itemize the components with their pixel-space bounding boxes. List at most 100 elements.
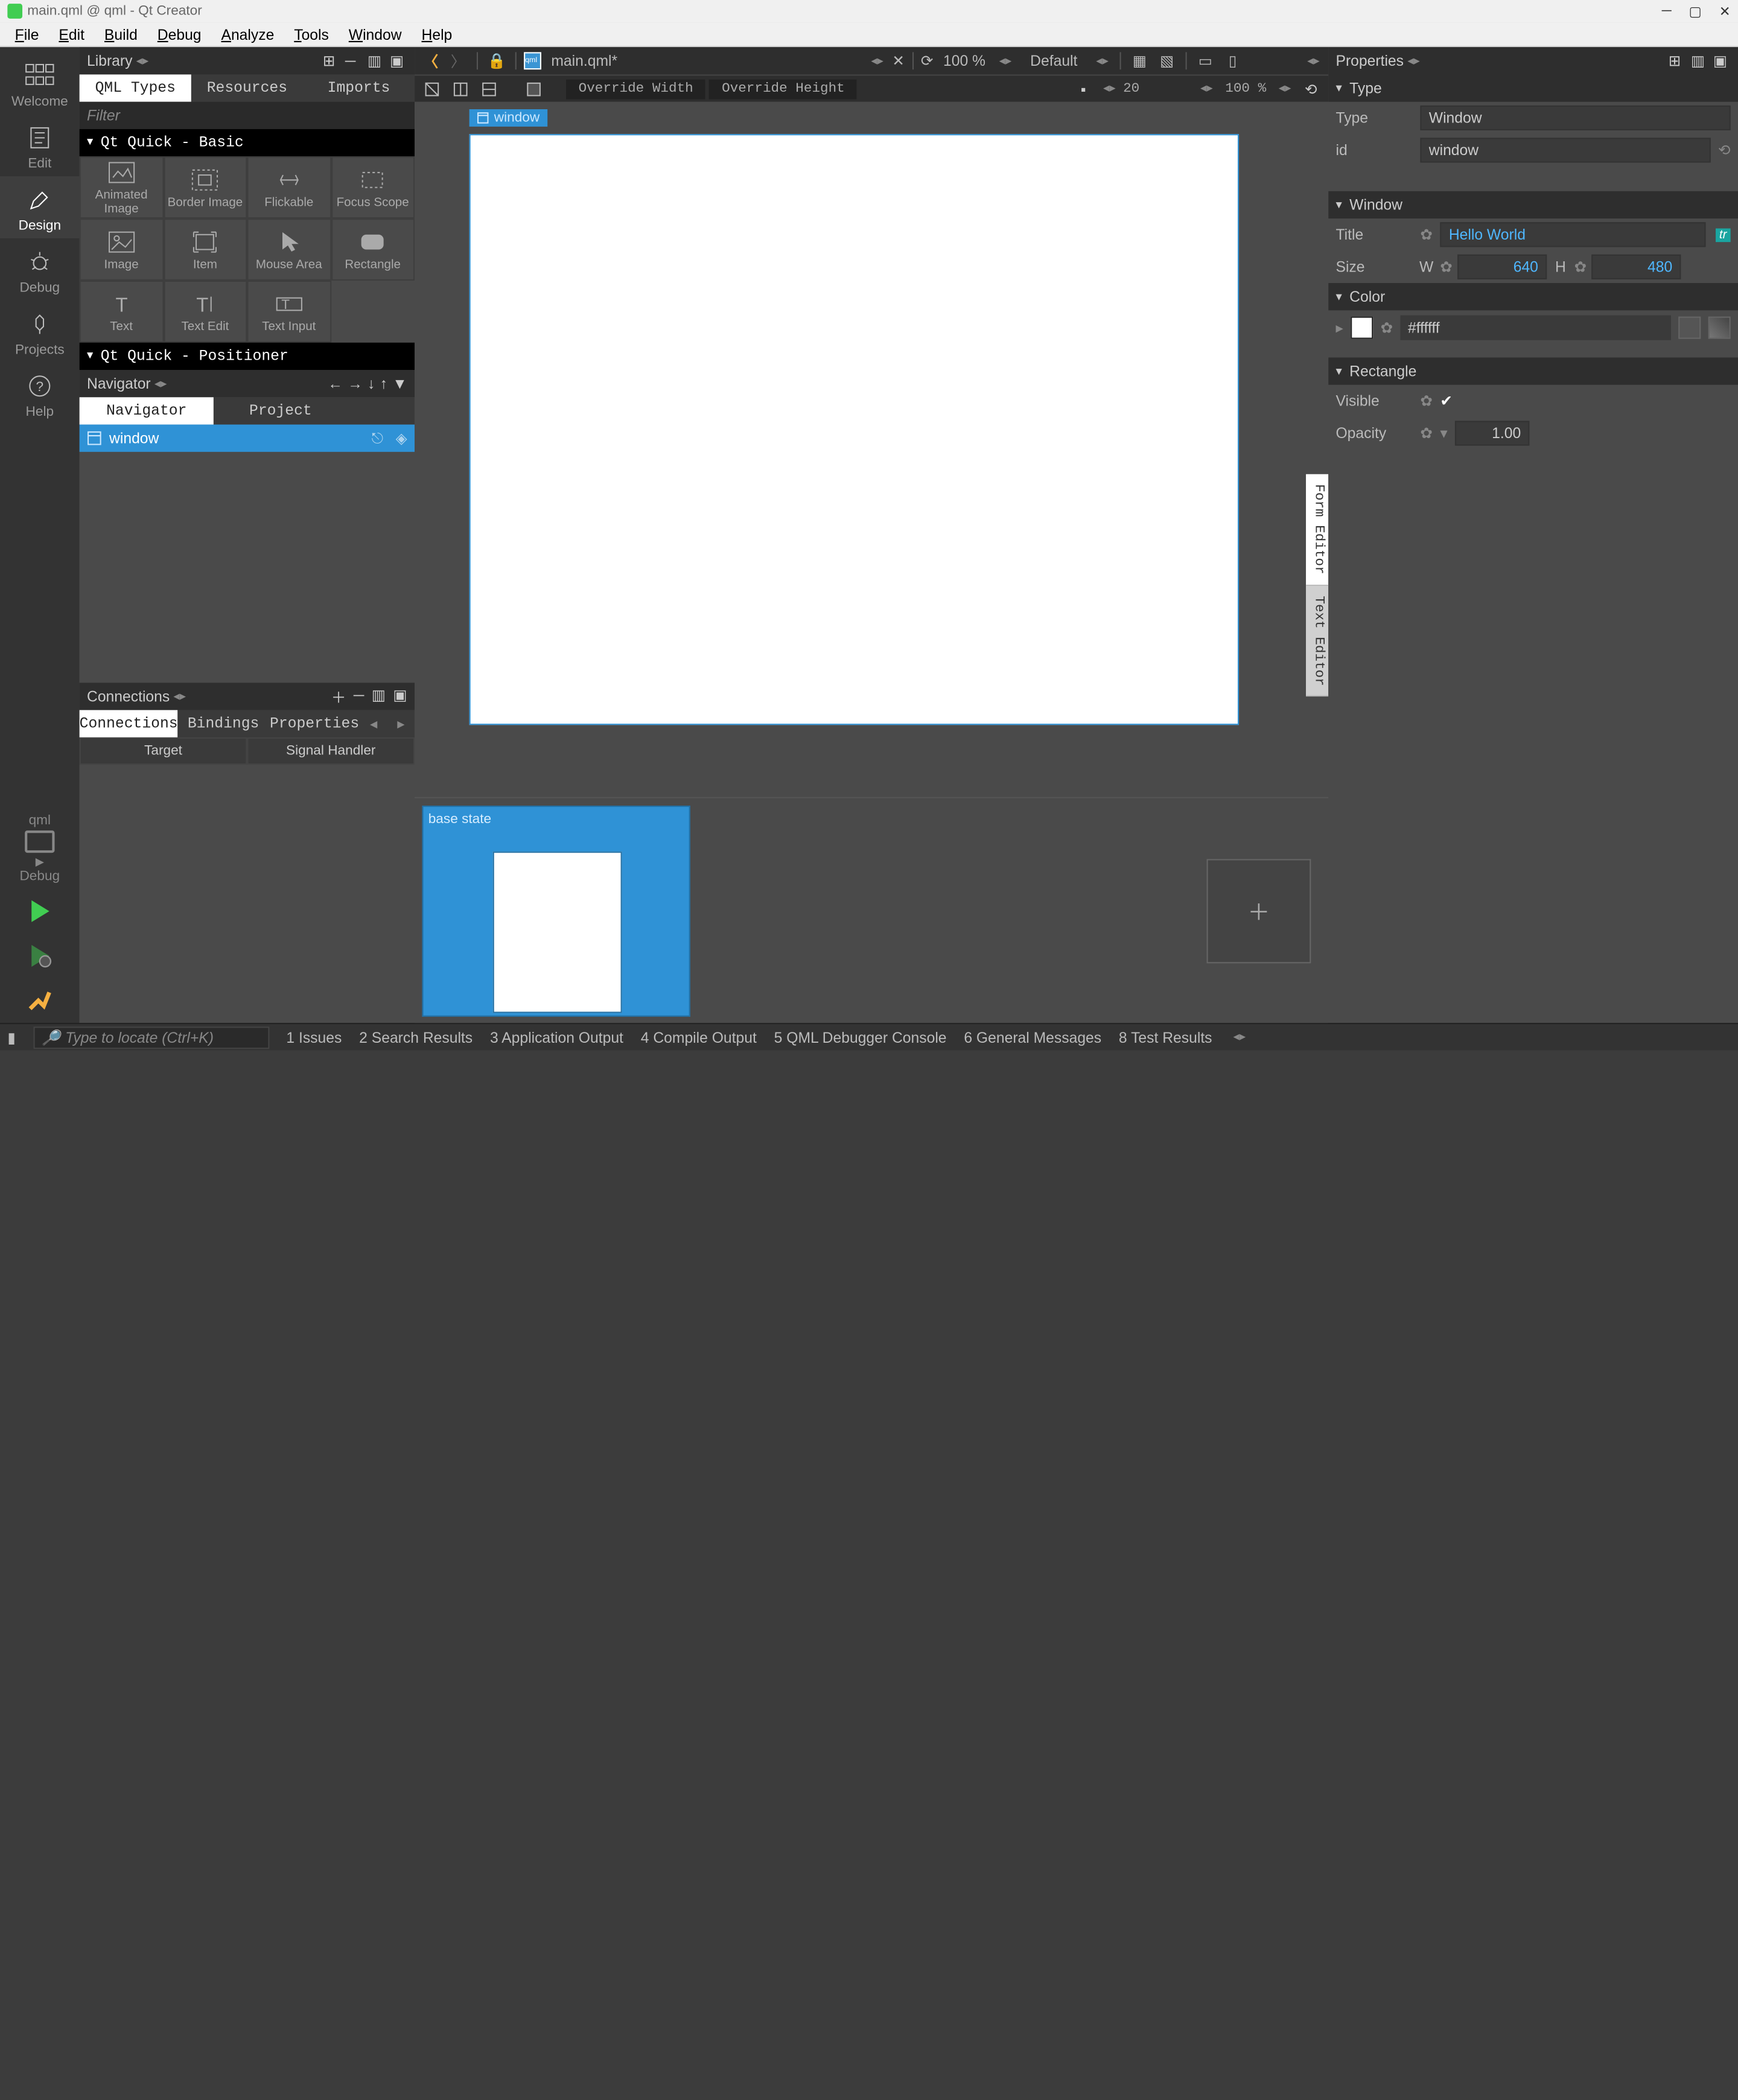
menu-analyze[interactable]: Analyze [211, 25, 284, 43]
value-type[interactable]: Window [1420, 106, 1730, 130]
mode-welcome[interactable]: Welcome [0, 52, 80, 114]
output-tests[interactable]: 8 Test Results [1119, 1028, 1212, 1046]
menu-build[interactable]: Build [94, 25, 147, 43]
gear-icon[interactable]: ✿ [1574, 258, 1587, 276]
section-window[interactable]: Window [1328, 191, 1738, 218]
mode-debug[interactable]: Debug [0, 238, 80, 301]
snap-icon-3[interactable] [477, 78, 501, 100]
section-type[interactable]: Type [1328, 74, 1738, 101]
palette-text-input[interactable]: TText Input [247, 281, 331, 343]
value-height[interactable]: 480 [1592, 255, 1681, 279]
outputs-stepper[interactable]: ◂▸ [1233, 1030, 1246, 1044]
output-compile[interactable]: 4 Compile Output [641, 1028, 757, 1046]
conn-col-target[interactable]: Target [80, 737, 247, 765]
palette-rectangle[interactable]: Rectangle [331, 218, 415, 281]
override-height[interactable]: Override Height [709, 79, 857, 99]
menu-edit[interactable]: Edit [49, 25, 95, 43]
canvas-window-surface[interactable] [470, 134, 1239, 725]
menu-tools[interactable]: Tools [284, 25, 339, 43]
output-app[interactable]: 3 Application Output [490, 1028, 623, 1046]
document-name[interactable]: main.qml* [546, 52, 622, 69]
grid-size[interactable]: 20 [1123, 81, 1139, 97]
nav-right-icon[interactable]: → [348, 375, 363, 392]
gear-icon[interactable]: ✿ [1440, 258, 1453, 276]
value-id[interactable]: window [1420, 138, 1710, 162]
lock-icon[interactable]: 🔒 [485, 49, 508, 72]
opacity-dropdown-icon[interactable]: ▾ [1440, 425, 1447, 442]
section-qtquick-basic[interactable]: Qt Quick - Basic [80, 129, 415, 156]
kit-selector[interactable]: qml ▶ Debug [0, 808, 80, 889]
conn-col-signal[interactable]: Signal Handler [247, 737, 415, 765]
tabs-scroll-right[interactable]: ▸ [387, 710, 415, 737]
menu-debug[interactable]: Debug [147, 25, 211, 43]
tab-navigator[interactable]: Navigator [80, 397, 214, 424]
value-title[interactable]: Hello World [1440, 222, 1705, 247]
visibility-icon[interactable]: ◈ [396, 429, 407, 448]
color-picker-2[interactable] [1708, 317, 1731, 339]
tabs-scroll-left[interactable]: ◂ [360, 710, 387, 737]
palette-text-edit[interactable]: TText Edit [164, 281, 247, 343]
palette-animated-image[interactable]: Animated Image [80, 156, 164, 218]
conn-split-icon[interactable]: ▥ [372, 686, 386, 707]
palette-mouse-area[interactable]: Mouse Area [247, 218, 331, 281]
prop-add-icon[interactable]: ⊞ [1669, 52, 1686, 69]
color-picker-1[interactable] [1678, 317, 1701, 339]
gear-icon[interactable]: ✿ [1381, 319, 1393, 337]
nav-fwd-button[interactable]: 〉 [447, 49, 470, 72]
palette-border-image[interactable]: Border Image [164, 156, 247, 218]
mode-help[interactable]: ? Help [0, 363, 80, 425]
gear-icon[interactable]: ✿ [1420, 425, 1433, 442]
color-tool-icon[interactable]: ▪ [1071, 78, 1096, 100]
nav-filter-icon[interactable]: ▼ [392, 375, 407, 392]
visible-checkbox[interactable]: ✔ [1440, 392, 1453, 410]
tr-badge[interactable]: tr [1716, 228, 1731, 241]
tab-properties[interactable]: Properties [269, 710, 360, 737]
output-qml[interactable]: 5 QML Debugger Console [774, 1028, 947, 1046]
bounds-icon[interactable] [521, 78, 546, 100]
output-search[interactable]: 2 Search Results [359, 1028, 473, 1046]
expand-color-icon[interactable]: ▸ [1335, 319, 1343, 337]
color-hex[interactable]: #ffffff [1401, 316, 1671, 340]
gear-icon[interactable]: ✿ [1420, 226, 1433, 243]
menu-help[interactable]: Help [412, 25, 462, 43]
locator-input[interactable]: 🔎 Type to locate (Ctrl+K) [33, 1026, 269, 1048]
override-width[interactable]: Override Width [566, 79, 705, 99]
snap-icon-1[interactable] [419, 78, 444, 100]
palette-item[interactable]: Item [164, 218, 247, 281]
zoom-stepper[interactable]: ◂▸ [999, 54, 1012, 68]
doc-close-button[interactable]: ✕ [892, 52, 905, 69]
refresh-icon[interactable]: ⟳ [921, 52, 934, 69]
sidetab-form-editor[interactable]: Form Editor [1306, 474, 1328, 585]
library-add-icon[interactable]: ⊞ [323, 52, 340, 69]
mode-design[interactable]: Design [0, 176, 80, 238]
run-button[interactable] [0, 889, 80, 934]
tab-resources[interactable]: Resources [191, 74, 303, 101]
conn-close-icon[interactable]: ▣ [393, 686, 407, 707]
design-canvas[interactable]: window Form Editor Text Editor [415, 102, 1328, 797]
snap-icon-2[interactable] [448, 78, 473, 100]
maximize-button[interactable]: ▢ [1689, 3, 1701, 19]
nav-back-button[interactable]: 〈 [419, 49, 442, 72]
state-base[interactable]: base state [422, 806, 690, 1017]
toolbar-icon-1[interactable]: ▦ [1128, 49, 1151, 72]
canvas-zoom[interactable]: 100 % [1220, 81, 1271, 97]
mode-projects[interactable]: Projects [0, 301, 80, 363]
menu-file[interactable]: File [5, 25, 49, 43]
tab-imports[interactable]: Imports [303, 74, 415, 101]
palette-image[interactable]: Image [80, 218, 164, 281]
library-filter[interactable]: Filter [80, 102, 415, 129]
tab-project[interactable]: Project [214, 397, 348, 424]
conn-remove-icon[interactable]: ─ [354, 686, 364, 707]
tab-connections[interactable]: Connections [80, 710, 178, 737]
menu-window[interactable]: Window [339, 25, 412, 43]
canvas-window-object[interactable]: window [470, 122, 1239, 725]
nav-row-window[interactable]: window ⎋ ◈ [80, 425, 415, 452]
toolbar-icon-2[interactable]: ▧ [1156, 49, 1178, 72]
tab-bindings[interactable]: Bindings [178, 710, 269, 737]
minimize-button[interactable]: ─ [1662, 3, 1672, 19]
config-selector[interactable]: Default [1020, 52, 1087, 69]
run-debug-button[interactable] [0, 934, 80, 978]
tab-qml-types[interactable]: QML Types [80, 74, 191, 101]
doc-dropdown-icon[interactable]: ◂▸ [871, 54, 883, 68]
prop-close-icon[interactable]: ▣ [1713, 52, 1731, 69]
